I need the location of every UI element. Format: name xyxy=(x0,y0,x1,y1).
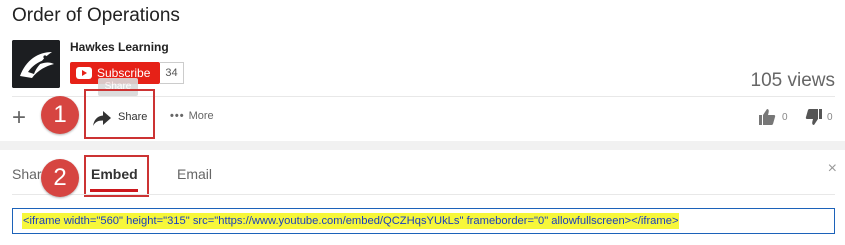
embed-code-field[interactable]: <iframe width="560" height="315" src="ht… xyxy=(12,208,835,234)
hawkes-logo-icon xyxy=(12,40,60,88)
more-label: More xyxy=(188,110,214,122)
thumbs-down-icon xyxy=(805,109,822,125)
channel-avatar[interactable] xyxy=(12,40,60,88)
like-button[interactable]: 0 xyxy=(758,108,788,131)
step-2-badge: 2 xyxy=(41,159,79,197)
thumbs-up-icon xyxy=(759,109,776,125)
embed-code-text: <iframe width="560" height="315" src="ht… xyxy=(22,213,680,229)
video-title: Order of Operations xyxy=(12,5,180,26)
like-count: 0 xyxy=(782,112,788,123)
youtube-share-screen: Order of Operations Hawkes Learning Subs… xyxy=(0,0,845,245)
channel-name[interactable]: Hawkes Learning xyxy=(70,40,169,54)
more-button[interactable]: ••• More xyxy=(170,110,214,122)
share-panel: Share Embed Email × <iframe width="560" … xyxy=(0,150,845,245)
add-to-button[interactable]: + xyxy=(12,106,26,130)
dislike-button[interactable]: 0 xyxy=(805,108,833,131)
share-highlight-box xyxy=(84,89,155,139)
tab-email[interactable]: Email xyxy=(177,166,212,182)
more-dots-icon: ••• xyxy=(170,110,185,122)
divider xyxy=(12,194,835,195)
step-1-badge: 1 xyxy=(41,96,79,134)
youtube-play-icon xyxy=(76,67,92,79)
close-icon[interactable]: × xyxy=(828,160,837,178)
video-info-panel: Order of Operations Hawkes Learning Subs… xyxy=(0,0,845,141)
subscriber-count: 34 xyxy=(160,62,184,84)
embed-highlight-box xyxy=(84,155,149,197)
dislike-count: 0 xyxy=(827,112,833,123)
view-count: 105 views xyxy=(750,70,836,91)
